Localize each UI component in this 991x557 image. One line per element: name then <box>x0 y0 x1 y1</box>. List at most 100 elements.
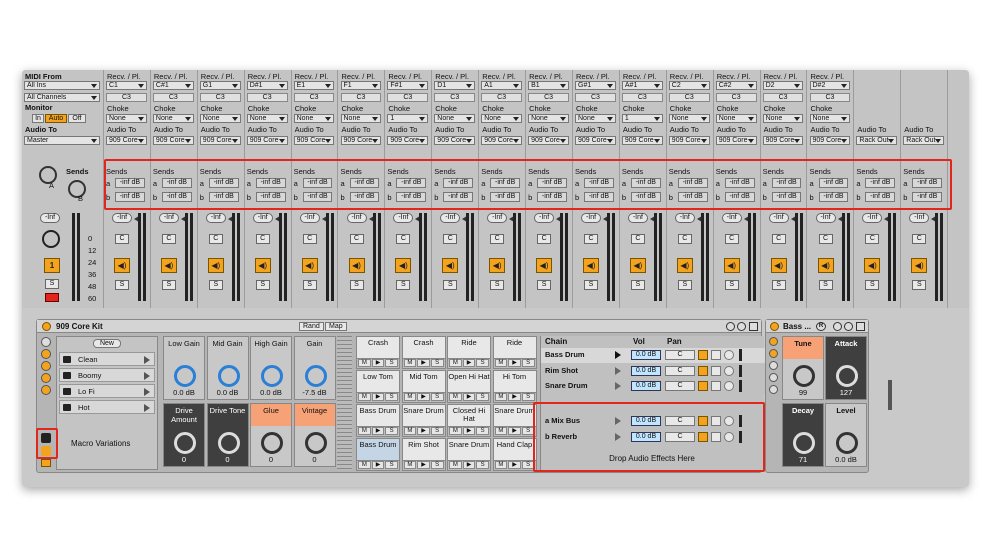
play-note-field[interactable]: C3 <box>106 93 147 102</box>
volume-field[interactable]: -Inf <box>581 213 601 223</box>
bass-side-button-icon[interactable] <box>769 361 778 370</box>
new-variation-button[interactable]: New <box>93 339 121 348</box>
send-b-value[interactable]: -inf dB <box>208 192 239 202</box>
mute-speaker-button[interactable]: ◀) <box>489 258 506 273</box>
solo-button[interactable]: S <box>677 280 692 290</box>
cue-button[interactable]: C <box>865 234 880 244</box>
drum-pad[interactable]: Crash M ▶ S <box>356 336 400 369</box>
bass-side-button-icon[interactable] <box>769 337 778 346</box>
macro-knob-cell[interactable]: Vintage 0 <box>293 403 336 467</box>
variation-row[interactable]: Boomy <box>59 368 155 382</box>
send-b-value[interactable]: -inf dB <box>161 192 192 202</box>
choke-dropdown[interactable]: None <box>809 114 851 123</box>
solo-button[interactable]: S <box>208 280 223 290</box>
pad-play-button[interactable]: ▶ <box>417 427 430 435</box>
device-power-icon[interactable] <box>42 322 51 331</box>
bass-knob-icon[interactable] <box>836 432 858 454</box>
solo-button[interactable]: S <box>490 280 505 290</box>
pad-solo-button[interactable]: S <box>430 393 444 401</box>
macro-knob-icon[interactable] <box>261 365 283 387</box>
audio-to-dropdown[interactable]: 909 Core <box>715 136 757 145</box>
send-a-value[interactable]: -inf dB <box>115 178 145 188</box>
send-a-value[interactable]: -inf dB <box>537 178 567 188</box>
send-a-value[interactable]: -inf dB <box>208 178 239 188</box>
audio-to-dropdown[interactable]: 909 Core <box>106 136 147 145</box>
macro-knob-cell[interactable]: Low Gain 0.0 dB <box>163 336 205 400</box>
play-note-field[interactable]: C3 <box>528 93 569 102</box>
pad-play-button[interactable]: ▶ <box>508 461 521 469</box>
rack-side-button-icon[interactable] <box>41 373 51 383</box>
chain-speaker-icon[interactable] <box>698 381 708 391</box>
volume-field[interactable]: -Inf <box>112 213 132 223</box>
volume-field[interactable]: -Inf <box>534 213 555 223</box>
volume-field[interactable]: -Inf <box>721 213 742 223</box>
bass-knob-cell[interactable]: Decay 71 <box>782 403 824 467</box>
send-b-value[interactable]: -inf dB <box>630 192 661 202</box>
cue-button[interactable]: C <box>490 234 505 244</box>
play-note-field[interactable]: C3 <box>199 93 241 102</box>
macro-knob-icon[interactable] <box>217 365 240 387</box>
pad-mute-button[interactable]: M <box>494 359 508 367</box>
pad-mute-button[interactable]: M <box>449 393 462 401</box>
pad-play-button[interactable]: ▶ <box>417 461 430 469</box>
variation-row[interactable]: Hot <box>59 400 155 414</box>
hot-swap-icon[interactable] <box>833 322 842 331</box>
receive-note-dropdown[interactable]: C2 <box>668 81 710 90</box>
pad-solo-button[interactable]: S <box>430 461 444 469</box>
pad-solo-button[interactable]: S <box>385 359 399 367</box>
receive-note-dropdown[interactable]: C#2 <box>715 81 757 90</box>
rack-side-button-icon[interactable] <box>41 337 51 347</box>
drum-pad[interactable]: Snare Drum M ▶ S <box>401 404 446 437</box>
bass-knob-icon[interactable] <box>793 365 815 387</box>
audio-to-dropdown[interactable]: 909 Core <box>199 136 241 145</box>
pad-play-button[interactable]: ▶ <box>508 393 521 401</box>
volume-field[interactable]: -Inf <box>815 213 836 223</box>
receive-note-dropdown[interactable]: D2 <box>762 81 804 90</box>
choke-dropdown[interactable]: None <box>199 114 241 123</box>
receive-note-dropdown[interactable]: D1 <box>434 81 476 90</box>
receive-note-dropdown[interactable]: A#1 <box>621 81 663 90</box>
save-preset-icon[interactable] <box>749 322 758 331</box>
pad-mute-button[interactable]: M <box>449 427 462 435</box>
pad-play-button[interactable]: ▶ <box>371 359 385 367</box>
macro-variation-toggle-icon[interactable] <box>41 433 51 443</box>
receive-note-dropdown[interactable]: A1 <box>481 81 523 90</box>
chain-row[interactable]: b Reverb 0.0 dB C <box>541 430 767 445</box>
solo-button[interactable]: S <box>865 280 880 290</box>
play-note-field[interactable]: C3 <box>715 93 757 102</box>
rack-side-button-icon[interactable] <box>41 349 51 359</box>
send-b-value[interactable]: -inf dB <box>584 192 614 202</box>
play-note-field[interactable]: C3 <box>809 93 851 102</box>
cue-button[interactable]: C <box>771 234 786 244</box>
send-b-value[interactable]: -inf dB <box>396 192 427 202</box>
chain-solo-button[interactable] <box>711 381 721 391</box>
receive-note-dropdown[interactable]: G1 <box>199 81 241 90</box>
bass-knob-cell[interactable]: Attack 127 <box>825 336 867 400</box>
pad-mute-button[interactable]: M <box>449 359 462 367</box>
chain-row[interactable]: a Mix Bus 0.0 dB C <box>541 414 767 429</box>
chain-solo-button[interactable] <box>711 350 721 360</box>
volume-field[interactable]: -Inf <box>158 213 179 223</box>
send-a-value[interactable]: -inf dB <box>818 178 849 188</box>
stopwatch-icon[interactable] <box>42 230 60 248</box>
cue-button[interactable]: C <box>161 234 176 244</box>
choke-dropdown[interactable]: None <box>434 114 476 123</box>
drum-pad[interactable]: Open Hi Hat M ▶ S <box>447 370 491 403</box>
cue-button[interactable]: C <box>255 234 270 244</box>
choke-dropdown[interactable]: None <box>762 114 804 123</box>
cue-button[interactable]: C <box>630 234 645 244</box>
choke-dropdown[interactable]: None <box>340 114 382 123</box>
drum-pad[interactable]: Hi Tom M ▶ S <box>492 370 537 403</box>
audio-to-dropdown[interactable]: 909 Core <box>152 136 194 145</box>
send-a-value[interactable]: -inf dB <box>161 178 192 188</box>
chain-speaker-icon[interactable] <box>698 365 708 376</box>
bass-side-button-icon[interactable] <box>769 385 778 394</box>
macro-knob-cell[interactable]: Mid Gain 0.0 dB <box>206 336 249 400</box>
play-note-field[interactable]: C3 <box>762 93 804 102</box>
send-b-value[interactable]: -inf dB <box>443 192 474 202</box>
audio-to-dropdown[interactable]: 909 Core <box>809 136 851 145</box>
drum-pad[interactable]: Bass Drum M ▶ S <box>356 438 400 471</box>
device-settings-icon[interactable] <box>844 322 853 331</box>
audio-to-dropdown[interactable]: 909 Core <box>575 136 616 145</box>
receive-note-dropdown[interactable]: D#1 <box>246 81 288 90</box>
